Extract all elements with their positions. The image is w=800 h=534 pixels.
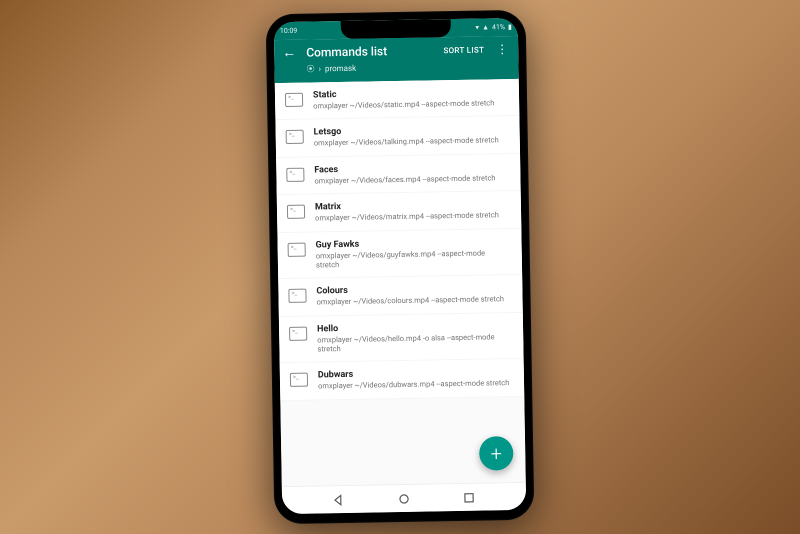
- plus-icon: +: [490, 441, 502, 465]
- terminal-icon: [286, 130, 304, 144]
- display-notch: [341, 19, 451, 39]
- content-area: Staticomxplayer ~/Videos/static.mp4 --as…: [275, 79, 526, 486]
- breadcrumb[interactable]: ⦿ › promask: [282, 60, 510, 75]
- terminal-icon: [288, 242, 306, 256]
- system-recent-button[interactable]: [461, 489, 477, 505]
- breadcrumb-sep: ›: [318, 64, 321, 73]
- terminal-icon: [285, 93, 303, 107]
- list-item-text: Matrixomxplayer ~/Videos/matrix.mp4 --as…: [315, 199, 509, 223]
- system-back-button[interactable]: [331, 491, 347, 507]
- list-item-command: omxplayer ~/Videos/guyfawks.mp4 --aspect…: [316, 248, 510, 270]
- commands-list[interactable]: Staticomxplayer ~/Videos/static.mp4 --as…: [275, 79, 525, 401]
- list-item-text: Coloursomxplayer ~/Videos/colours.mp4 --…: [316, 283, 510, 307]
- raspberry-icon: ⦿: [306, 63, 314, 74]
- list-item[interactable]: Staticomxplayer ~/Videos/static.mp4 --as…: [275, 79, 520, 121]
- terminal-icon: [290, 373, 308, 387]
- signal-icon: ▲: [482, 23, 489, 31]
- list-item-text: Staticomxplayer ~/Videos/static.mp4 --as…: [313, 87, 507, 111]
- back-button[interactable]: ←: [282, 46, 296, 60]
- terminal-icon: [289, 326, 307, 340]
- sort-list-button[interactable]: SORT LIST: [443, 45, 484, 55]
- list-item[interactable]: Coloursomxplayer ~/Videos/colours.mp4 --…: [278, 275, 523, 317]
- page-title: Commands list: [306, 43, 433, 59]
- list-item[interactable]: Matrixomxplayer ~/Videos/matrix.mp4 --as…: [277, 191, 522, 233]
- breadcrumb-host: promask: [325, 64, 356, 74]
- list-item-text: Helloomxplayer ~/Videos/hello.mp4 -o als…: [317, 321, 511, 354]
- app-bar: ← Commands list SORT LIST ⋮ ⦿ › promask: [274, 36, 519, 83]
- list-item[interactable]: Letsgoomxplayer ~/Videos/talking.mp4 --a…: [275, 116, 520, 158]
- overflow-menu-button[interactable]: ⋮: [494, 43, 510, 55]
- battery-text: 41%: [492, 23, 505, 31]
- list-item-text: Facesomxplayer ~/Videos/faces.mp4 --aspe…: [314, 162, 508, 186]
- battery-icon: ▮: [508, 23, 512, 31]
- list-item-command: omxplayer ~/Videos/talking.mp4 --aspect-…: [314, 135, 508, 148]
- list-item-text: Dubwarsomxplayer ~/Videos/dubwars.mp4 --…: [318, 367, 512, 391]
- add-command-fab[interactable]: +: [479, 436, 514, 471]
- status-indicators: ▾ ▲ 41% ▮: [475, 23, 511, 32]
- terminal-icon: [286, 167, 304, 181]
- list-item-command: omxplayer ~/Videos/matrix.mp4 --aspect-m…: [315, 210, 509, 223]
- status-time: 10:09: [280, 27, 298, 35]
- list-item-command: omxplayer ~/Videos/hello.mp4 -o alsa --a…: [317, 332, 511, 354]
- system-nav-bar: [282, 482, 526, 514]
- list-item-command: omxplayer ~/Videos/faces.mp4 --aspect-mo…: [314, 173, 508, 186]
- terminal-icon: [288, 289, 306, 303]
- list-item[interactable]: Guy Fawksomxplayer ~/Videos/guyfawks.mp4…: [277, 228, 522, 279]
- list-item-command: omxplayer ~/Videos/static.mp4 --aspect-m…: [313, 98, 507, 111]
- list-item[interactable]: Dubwarsomxplayer ~/Videos/dubwars.mp4 --…: [280, 359, 525, 401]
- list-item-command: omxplayer ~/Videos/dubwars.mp4 --aspect-…: [318, 378, 512, 391]
- terminal-icon: [287, 205, 305, 219]
- phone-frame: 10:09 ▾ ▲ 41% ▮ ← Commands list SORT LIS…: [266, 10, 535, 524]
- list-item[interactable]: Helloomxplayer ~/Videos/hello.mp4 -o als…: [279, 312, 524, 363]
- list-item-command: omxplayer ~/Videos/colours.mp4 --aspect-…: [317, 294, 511, 307]
- list-item-text: Letsgoomxplayer ~/Videos/talking.mp4 --a…: [314, 124, 508, 148]
- list-item[interactable]: Facesomxplayer ~/Videos/faces.mp4 --aspe…: [276, 154, 521, 196]
- wifi-icon: ▾: [475, 24, 479, 32]
- system-home-button[interactable]: [396, 490, 412, 506]
- phone-screen: 10:09 ▾ ▲ 41% ▮ ← Commands list SORT LIS…: [274, 18, 527, 514]
- list-item-text: Guy Fawksomxplayer ~/Videos/guyfawks.mp4…: [316, 237, 510, 270]
